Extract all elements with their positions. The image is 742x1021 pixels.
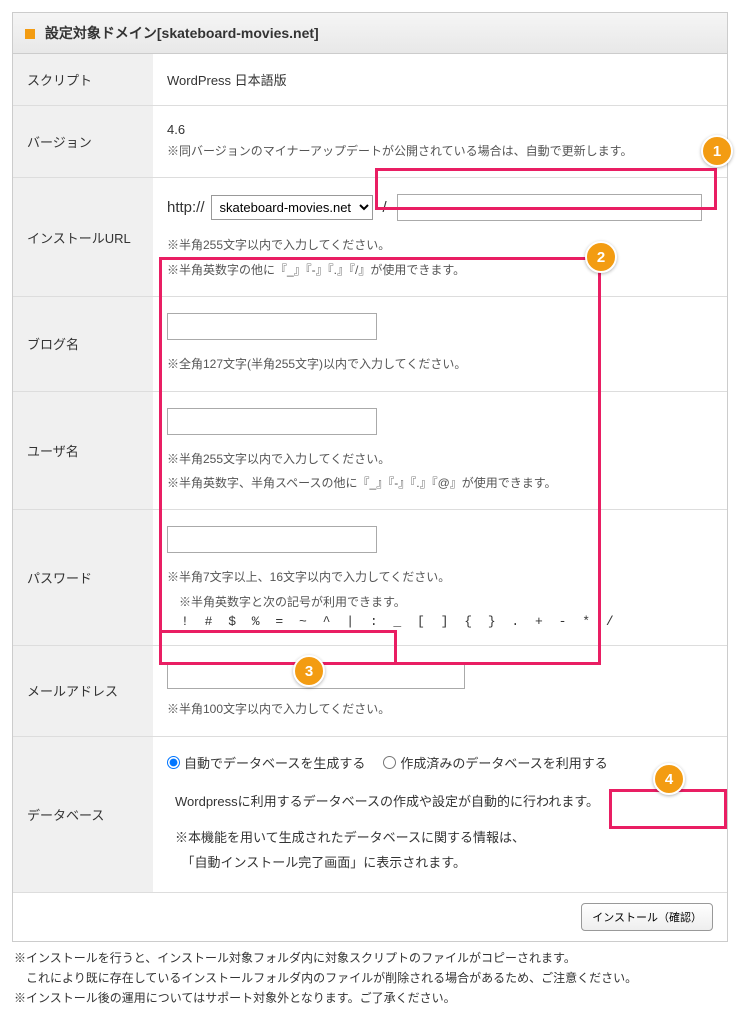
footer-line1: ※インストールを行うと、インストール対象フォルダ内に対象スクリプトのファイルがコ… <box>14 948 728 968</box>
password-input[interactable] <box>167 526 377 553</box>
settings-panel: 設定対象ドメイン[skateboard-movies.net] スクリプト Wo… <box>12 12 728 942</box>
blogname-input[interactable] <box>167 313 377 340</box>
row-database-label: データベース <box>13 736 153 892</box>
username-note1: ※半角255文字以内で入力してください。 <box>167 449 713 469</box>
db-text1: Wordpressに利用するデータベースの作成や設定が自動的に行われます。 <box>175 790 713 815</box>
row-blogname-label: ブログ名 <box>13 297 153 391</box>
button-row: インストール（確認） <box>13 893 727 941</box>
mail-note: ※半角100文字以内で入力してください。 <box>167 699 713 719</box>
db-radio-existing-label[interactable]: 作成済みのデータベースを利用する <box>400 753 607 772</box>
domain-select[interactable]: skateboard-movies.net <box>211 195 373 220</box>
footer-line3: ※インストール後の運用についてはサポート対象外となります。ご了承ください。 <box>14 988 728 1008</box>
url-slash: / <box>383 199 387 216</box>
db-radio-auto-label[interactable]: 自動でデータベースを生成する <box>184 753 365 772</box>
version-note: ※同バージョンのマイナーアップデートが公開されている場合は、自動で更新します。 <box>167 141 713 161</box>
username-note2: ※半角英数字、半角スペースの他に『_』『-』『.』『@』が使用できます。 <box>167 473 713 493</box>
row-installurl-label: インストールURL <box>13 178 153 297</box>
footer-notes: ※インストールを行うと、インストール対象フォルダ内に対象スクリプトのファイルがコ… <box>12 948 730 1009</box>
password-note1: ※半角7文字以上、16文字以内で入力してください。 <box>167 567 713 587</box>
form-table: スクリプト WordPress 日本語版 バージョン 4.6 ※同バージョンのマ… <box>13 54 727 893</box>
row-mail-label: メールアドレス <box>13 646 153 736</box>
row-username-label: ユーザ名 <box>13 391 153 510</box>
panel-header: 設定対象ドメイン[skateboard-movies.net] <box>13 13 727 54</box>
installurl-note2: ※半角英数字の他に『_』『-』『.』『/』が使用できます。 <box>167 260 713 280</box>
row-script-label: スクリプト <box>13 54 153 106</box>
db-radio-auto[interactable] <box>167 756 180 769</box>
header-title: 設定対象ドメイン[skateboard-movies.net] <box>45 25 319 41</box>
badge-4: 4 <box>653 763 685 795</box>
url-prefix: http:// <box>167 199 205 216</box>
db-radio-existing[interactable] <box>383 756 396 769</box>
db-text2: ※本機能を用いて生成されたデータベースに関する情報は、 <box>175 826 713 851</box>
header-icon <box>25 29 35 39</box>
password-note2: ※半角英数字と次の記号が利用できます。 <box>167 592 713 612</box>
row-password-label: パスワード <box>13 510 153 646</box>
install-button[interactable]: インストール（確認） <box>581 903 713 931</box>
footer-line2: これにより既に存在しているインストールフォルダ内のファイルが削除される場合がある… <box>14 968 728 988</box>
badge-2: 2 <box>585 241 617 273</box>
version-value: 4.6 <box>167 122 713 137</box>
db-text3: 「自動インストール完了画面」に表示されます。 <box>175 851 713 876</box>
username-input[interactable] <box>167 408 377 435</box>
badge-1: 1 <box>701 135 733 167</box>
installurl-note1: ※半角255文字以内で入力してください。 <box>167 235 713 255</box>
row-script-value: WordPress 日本語版 <box>153 54 727 106</box>
blogname-note: ※全角127文字(半角255文字)以内で入力してください。 <box>167 354 713 374</box>
url-path-input[interactable] <box>397 194 702 221</box>
row-version-label: バージョン <box>13 106 153 178</box>
badge-3: 3 <box>293 655 325 687</box>
password-symbols: ! # $ % = ~ ^ | : _ [ ] { } . + - * / <box>181 614 713 629</box>
